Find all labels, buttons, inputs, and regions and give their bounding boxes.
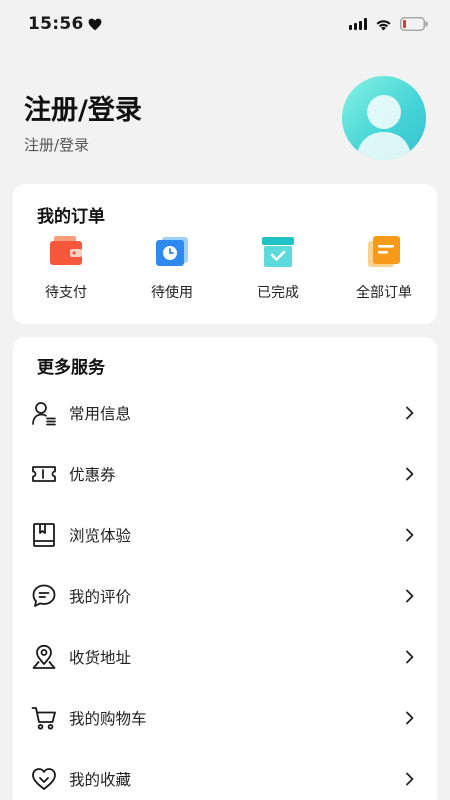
check-box-icon: [260, 234, 296, 270]
document-icon: [366, 234, 402, 270]
wifi-icon: [376, 19, 391, 30]
chevron-right-icon: [403, 650, 417, 664]
profile-header: 注册/登录 注册/登录: [0, 48, 450, 178]
service-item-favorites[interactable]: 我的收藏: [13, 748, 437, 800]
orders-card: 我的订单 待支付 待使用 已完成 全部订单: [13, 184, 437, 324]
service-label-coupons: 优惠券: [69, 465, 116, 484]
chat-bubble-icon: [31, 583, 57, 609]
order-all-label: 全部订单: [356, 285, 412, 301]
service-item-shopping-cart[interactable]: 我的购物车: [13, 687, 437, 748]
battery-icon: [400, 17, 428, 31]
services-card: 更多服务 常用信息 优惠券 浏览体验 我的评价 收货地址 我的购物车 我的收藏: [13, 337, 437, 800]
heart-status-icon: [88, 18, 102, 30]
service-item-common-info[interactable]: 常用信息: [13, 382, 437, 443]
login-title[interactable]: 注册/登录: [24, 88, 142, 127]
order-all[interactable]: 全部订单: [331, 234, 437, 302]
service-label-favorites: 我的收藏: [69, 770, 132, 789]
order-completed-label: 已完成: [257, 285, 299, 301]
status-time-text: 15:56: [28, 14, 84, 34]
service-list: 常用信息 优惠券 浏览体验 我的评价 收货地址 我的购物车 我的收藏: [13, 382, 437, 800]
location-icon: [31, 644, 57, 670]
order-pending-payment-label: 待支付: [45, 285, 87, 301]
service-item-coupons[interactable]: 优惠券: [13, 443, 437, 504]
ticket-icon: [31, 461, 57, 487]
chevron-right-icon: [403, 711, 417, 725]
service-item-shipping-address[interactable]: 收货地址: [13, 626, 437, 687]
user-avatar-icon: [356, 95, 412, 160]
chevron-right-icon: [403, 406, 417, 420]
service-label-shipping-address: 收货地址: [69, 648, 132, 667]
service-label-common-info: 常用信息: [69, 404, 132, 423]
orders-title: 我的订单: [37, 207, 105, 227]
user-info-icon: [31, 400, 57, 426]
status-bar: 15:56: [0, 0, 450, 48]
service-item-my-reviews[interactable]: 我的评价: [13, 565, 437, 626]
chevron-right-icon: [403, 528, 417, 542]
clock-icon: [154, 234, 190, 270]
book-icon: [31, 522, 57, 548]
chevron-right-icon: [403, 467, 417, 481]
services-title: 更多服务: [37, 358, 105, 378]
heart-icon: [31, 766, 57, 792]
status-indicators: [349, 17, 428, 31]
cart-icon: [31, 705, 57, 731]
order-shortcuts: 待支付 待使用 已完成 全部订单: [13, 234, 437, 302]
service-label-shopping-cart: 我的购物车: [69, 709, 147, 728]
order-pending-payment[interactable]: 待支付: [13, 234, 119, 302]
status-time: 15:56: [28, 14, 102, 34]
wallet-icon: [48, 234, 84, 270]
service-item-browse-experience[interactable]: 浏览体验: [13, 504, 437, 565]
order-to-use-label: 待使用: [151, 285, 193, 301]
cellular-signal-icon: [349, 18, 367, 30]
service-label-my-reviews: 我的评价: [69, 587, 132, 606]
service-label-browse-experience: 浏览体验: [69, 526, 132, 545]
chevron-right-icon: [403, 589, 417, 603]
avatar[interactable]: [342, 76, 426, 160]
chevron-right-icon: [403, 772, 417, 786]
login-subtitle[interactable]: 注册/登录: [24, 134, 89, 155]
order-completed[interactable]: 已完成: [225, 234, 331, 302]
order-to-use[interactable]: 待使用: [119, 234, 225, 302]
